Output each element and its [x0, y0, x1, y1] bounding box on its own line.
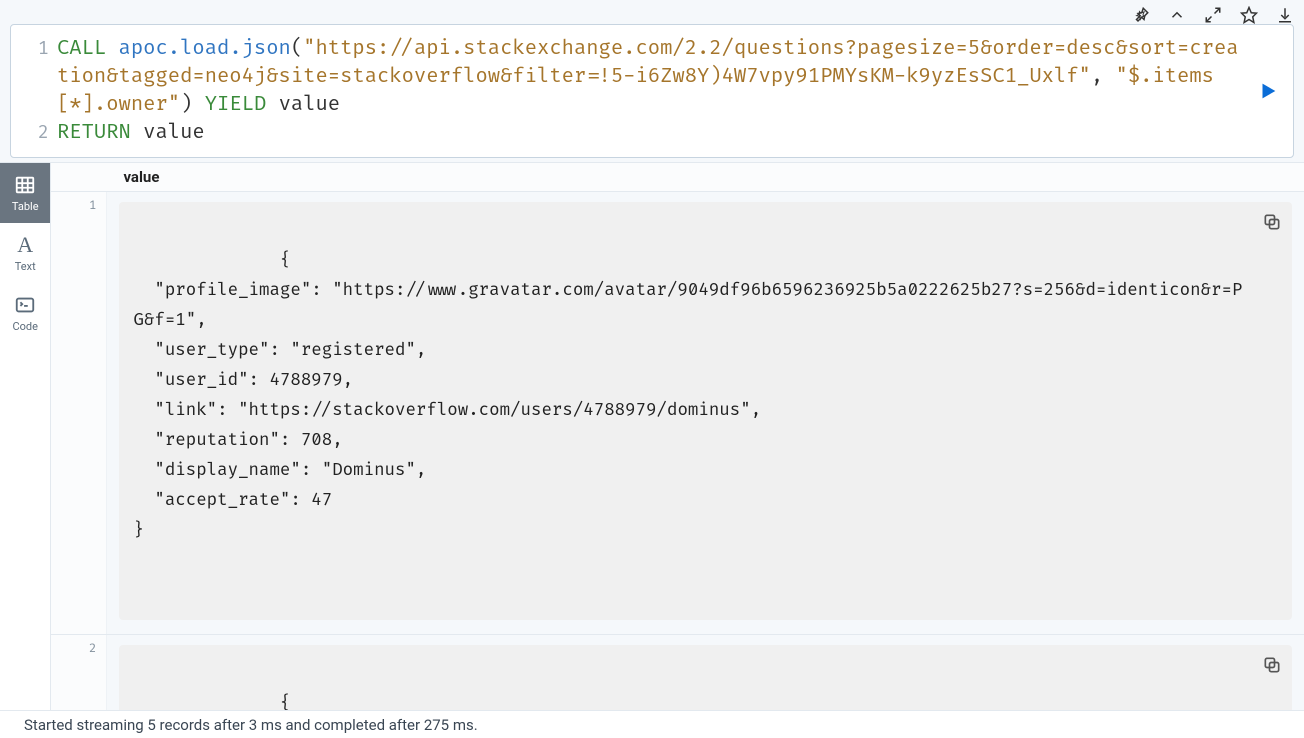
text-icon: A	[14, 234, 36, 256]
column-header: value	[51, 163, 1304, 192]
query-editor[interactable]: 1 CALL apoc.load.json("https://api.stack…	[10, 24, 1294, 158]
line-number: 1	[21, 35, 49, 119]
table-row: 1 { "profile_image": "https://www.gravat…	[51, 192, 1304, 635]
sidebar-item-label: Text	[15, 260, 36, 273]
sidebar-item-table[interactable]: Table	[0, 163, 50, 223]
json-text: { "profile_image": "https://www.gravatar…	[133, 693, 1242, 710]
copy-icon[interactable]	[1262, 655, 1282, 675]
sidebar-item-label: Table	[12, 200, 39, 213]
result-rows[interactable]: 1 { "profile_image": "https://www.gravat…	[51, 192, 1304, 710]
row-number: 2	[51, 635, 107, 710]
pin-icon[interactable]	[1132, 6, 1150, 24]
json-cell[interactable]: { "profile_image": "https://www.gravatar…	[119, 645, 1292, 710]
json-text: { "profile_image": "https://www.gravatar…	[133, 250, 1242, 541]
chevron-up-icon[interactable]	[1168, 6, 1186, 24]
results-panel: value 1 { "profile_image": "https://www.…	[51, 163, 1304, 710]
view-sidebar: Table A Text Code	[0, 163, 51, 710]
download-icon[interactable]	[1276, 6, 1294, 24]
line-number: 2	[21, 119, 49, 147]
code-line[interactable]: CALL apoc.load.json("https://api.stackex…	[57, 35, 1247, 119]
table-row: 2 { "profile_image": "https://www.gravat…	[51, 635, 1304, 710]
sidebar-item-code[interactable]: Code	[0, 283, 50, 343]
sidebar-item-text[interactable]: A Text	[0, 223, 50, 283]
code-line[interactable]: RETURN value	[57, 119, 1247, 147]
run-button[interactable]	[1257, 80, 1279, 102]
status-bar: Started streaming 5 records after 3 ms a…	[0, 710, 1304, 738]
star-icon[interactable]	[1240, 6, 1258, 24]
sidebar-item-label: Code	[12, 320, 37, 333]
copy-icon[interactable]	[1262, 212, 1282, 232]
code-icon	[14, 294, 36, 316]
table-icon	[14, 174, 36, 196]
json-cell[interactable]: { "profile_image": "https://www.gravatar…	[119, 202, 1292, 620]
expand-icon[interactable]	[1204, 6, 1222, 24]
row-number: 1	[51, 192, 107, 634]
